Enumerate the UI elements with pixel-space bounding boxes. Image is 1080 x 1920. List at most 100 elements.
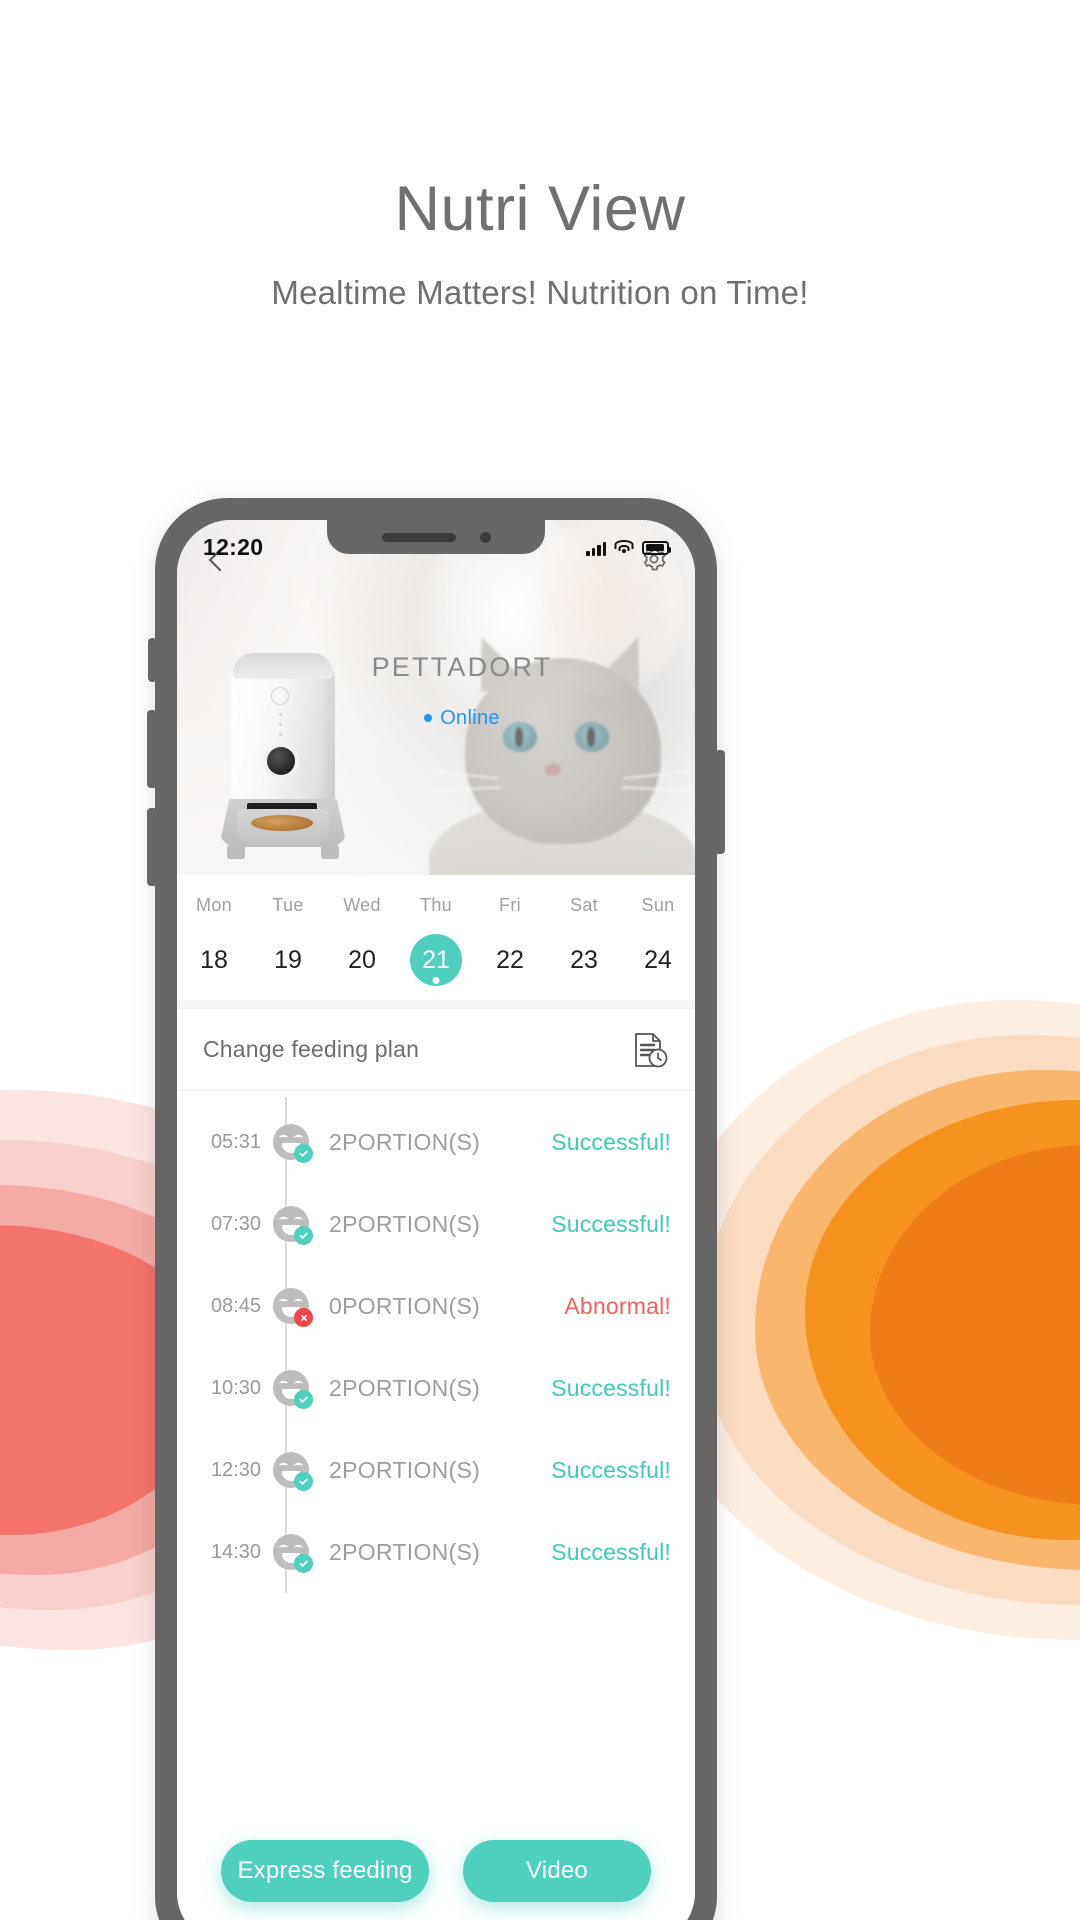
happy-face-icon [273, 1124, 313, 1163]
calendar-day-number: 18 [200, 945, 228, 974]
feeder-kibble [251, 815, 313, 831]
calendar-date-row: 18 19 20 21 22 23 24 [177, 934, 695, 986]
phone-notch [327, 520, 545, 554]
calendar-day-24[interactable]: 24 [621, 934, 695, 986]
log-status: Successful! [551, 1456, 671, 1483]
status-badge: Online [229, 707, 695, 730]
feeding-log-list: 05:31 2PORTION(S) Successful! 07:30 2POR… [177, 1091, 695, 1593]
page-subtitle: Mealtime Matters! Nutrition on Time! [271, 274, 809, 311]
log-portions: 2PORTION(S) [329, 1128, 481, 1155]
feeding-history-icon[interactable] [625, 1027, 671, 1073]
log-time: 05:31 [210, 1130, 261, 1153]
phone-volume-down-button[interactable] [147, 808, 157, 886]
log-time: 08:45 [210, 1294, 261, 1317]
device-meta: PETTADORT Online [177, 652, 695, 730]
phone-mute-switch[interactable] [148, 638, 157, 682]
log-time: 07:30 [210, 1212, 261, 1235]
table-row[interactable]: 05:31 2PORTION(S) Successful! [177, 1101, 695, 1183]
log-portions: 0PORTION(S) [329, 1292, 481, 1319]
log-avatar [269, 1452, 313, 1491]
log-portions: 2PORTION(S) [329, 1374, 481, 1401]
calendar-dow-label: Mon [196, 895, 232, 915]
page-title: Nutri View [394, 174, 686, 244]
calendar-dow-label: Sun [641, 895, 675, 915]
device-name: PETTADORT [371, 652, 553, 682]
happy-face-icon [273, 1288, 313, 1327]
log-status: Successful! [551, 1210, 671, 1237]
happy-face-icon [273, 1370, 313, 1409]
log-status: Successful! [551, 1538, 671, 1565]
battery-full-icon [642, 540, 671, 555]
log-time: 14:30 [210, 1540, 261, 1563]
table-row[interactable]: 07:30 2PORTION(S) Successful! [177, 1183, 695, 1265]
calendar-day-number: 24 [644, 945, 672, 974]
phone-mockup: 12:20 PETTADORT Online Mon Tue Wed Thu F… [147, 498, 725, 1920]
signal-bars-icon [586, 540, 606, 556]
log-status: Abnormal! [564, 1292, 671, 1319]
check-badge-icon [294, 1144, 313, 1163]
video-button[interactable]: Video [463, 1840, 651, 1902]
earpiece-speaker [381, 532, 456, 542]
log-avatar [269, 1370, 313, 1409]
calendar-dow-cell: Sun [621, 891, 695, 916]
phone-screen: 12:20 PETTADORT Online Mon Tue Wed Thu F… [177, 520, 695, 1920]
calendar-day-23[interactable]: 23 [547, 934, 621, 986]
change-feeding-plan-label: Change feeding plan [203, 1036, 420, 1062]
check-badge-icon [294, 1554, 313, 1573]
calendar-day-number: 20 [348, 945, 376, 974]
table-row[interactable]: 12:30 2PORTION(S) Successful! [177, 1429, 695, 1511]
calendar-dow-label: Wed [343, 895, 381, 915]
express-feeding-button[interactable]: Express feeding [221, 1840, 429, 1902]
bottom-action-bar: Express feeding Video [177, 1796, 695, 1920]
status-badge-label: Online [440, 707, 500, 729]
error-badge-icon [294, 1308, 313, 1327]
calendar-day-22[interactable]: 22 [473, 934, 547, 986]
table-row[interactable]: 10:30 2PORTION(S) Successful! [177, 1347, 695, 1429]
feeder-foot-right [321, 845, 339, 859]
calendar-dow-cell: Tue [251, 891, 325, 916]
device-hero: PETTADORT Online [177, 520, 695, 875]
happy-face-icon [273, 1452, 313, 1491]
calendar-dow-cell: Wed [325, 891, 399, 916]
log-avatar [269, 1288, 313, 1327]
calendar-today-marker [432, 977, 440, 984]
calendar-dow-cell: Thu [399, 891, 473, 916]
promo-headings: Nutri View Mealtime Matters! Nutrition o… [0, 0, 1080, 312]
calendar-day-number: 19 [274, 945, 302, 974]
calendar-dow-label: Thu [420, 895, 452, 915]
calendar-day-19[interactable]: 19 [251, 934, 325, 986]
happy-face-icon [273, 1206, 313, 1245]
change-feeding-plan-row[interactable]: Change feeding plan [177, 1009, 695, 1091]
promo-page: Nutri View Mealtime Matters! Nutrition o… [0, 0, 1080, 1920]
log-avatar [269, 1534, 313, 1573]
phone-volume-up-button[interactable] [147, 710, 157, 788]
online-dot-icon [424, 714, 433, 722]
log-status: Successful! [551, 1128, 671, 1155]
calendar-dow-row: Mon Tue Wed Thu Fri Sat Sun [177, 891, 695, 916]
log-avatar [269, 1206, 313, 1245]
calendar-dow-label: Tue [272, 895, 304, 915]
phone-power-button[interactable] [715, 750, 725, 854]
log-time: 10:30 [210, 1376, 261, 1399]
happy-face-icon [273, 1534, 313, 1573]
calendar-dow-cell: Fri [473, 891, 547, 916]
feeder-camera-lens [267, 747, 295, 775]
check-badge-icon [294, 1472, 313, 1491]
log-portions: 2PORTION(S) [329, 1210, 481, 1237]
calendar-dow-label: Sat [570, 895, 598, 915]
status-bar-time: 12:20 [203, 534, 264, 560]
status-bar-icons [586, 540, 671, 556]
table-row[interactable]: 08:45 0PORTION(S) Abnormal! [177, 1265, 695, 1347]
calendar-day-20[interactable]: 20 [325, 934, 399, 986]
table-row[interactable]: 14:30 2PORTION(S) Successful! [177, 1511, 695, 1593]
log-status: Successful! [551, 1374, 671, 1401]
calendar-day-18[interactable]: 18 [177, 934, 251, 986]
check-badge-icon [294, 1390, 313, 1409]
cat-nose [545, 764, 561, 776]
log-time: 12:30 [210, 1458, 261, 1481]
calendar-dow-cell: Sat [547, 891, 621, 916]
feeder-foot-left [227, 845, 245, 859]
front-camera [479, 531, 491, 543]
calendar-dow-cell: Mon [177, 891, 251, 916]
calendar-day-21-selected[interactable]: 21 [399, 934, 473, 986]
